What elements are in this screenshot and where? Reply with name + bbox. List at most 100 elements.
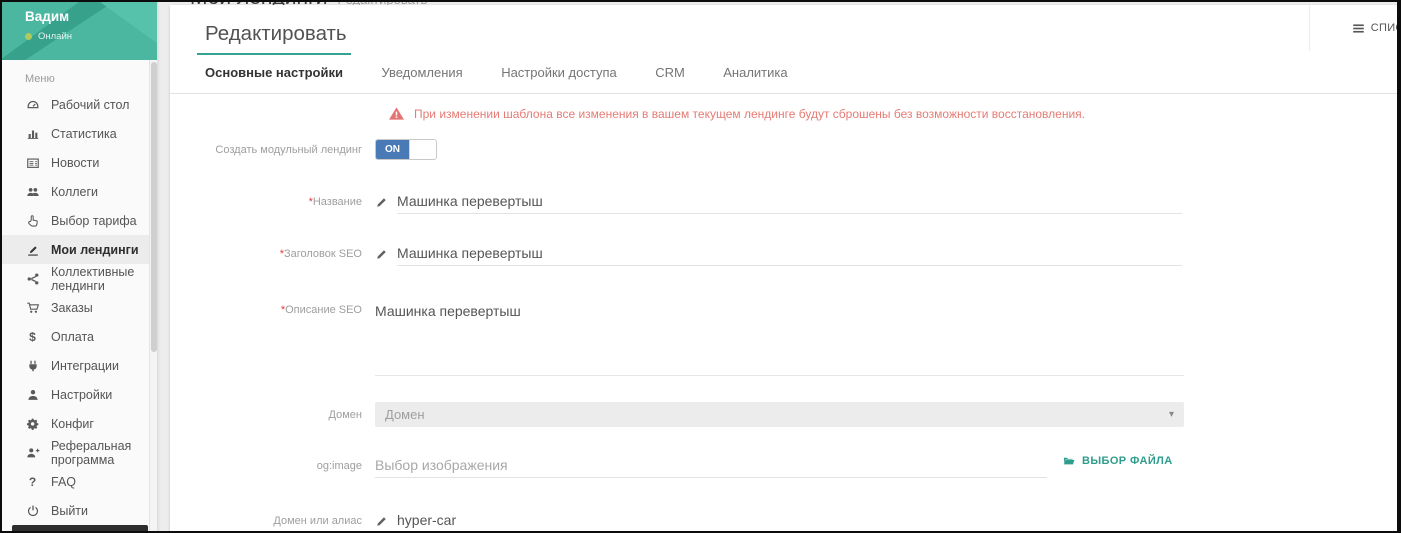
domain-select-value: Домен xyxy=(385,407,425,422)
main-area: Мои лендингиРедактировать Редактировать … xyxy=(157,0,1401,533)
gear-icon xyxy=(25,417,40,431)
seo-title-label: *Заголовок SEO xyxy=(205,248,375,260)
sidebar-item-label: Мои лендинги xyxy=(51,243,139,257)
name-label: *Название xyxy=(205,196,375,208)
sidebar-item-integrations[interactable]: Интеграции xyxy=(0,351,157,380)
tab-access-settings[interactable]: Настройки доступа xyxy=(493,53,625,93)
sidebar-item-collective-landings[interactable]: Коллективные лендинги xyxy=(0,264,157,293)
sidebar-item-label: Новости xyxy=(51,156,99,170)
og-image-input[interactable] xyxy=(375,454,1047,478)
sidebar-item-news[interactable]: Новости xyxy=(0,148,157,177)
sidebar-item-statistics[interactable]: Статистика xyxy=(0,119,157,148)
sidebar-item-label: Оплата xyxy=(51,330,94,344)
warning-text: При изменении шаблона все изменения в ва… xyxy=(414,107,1085,121)
seo-title-input[interactable] xyxy=(397,242,1182,266)
choose-file-button-label: ВЫБОР ФАЙЛА xyxy=(1082,455,1173,467)
pencil-document-icon xyxy=(25,243,40,257)
card-title: Редактировать xyxy=(170,5,1401,46)
user-status-label: Онлайн xyxy=(38,31,72,42)
tab-main-settings[interactable]: Основные настройки xyxy=(197,53,351,93)
sidebar-item-label: Интеграции xyxy=(51,359,119,373)
sidebar-item-logout[interactable]: Выйти xyxy=(0,496,157,525)
toggle-handle[interactable] xyxy=(409,140,436,159)
news-icon xyxy=(25,156,40,170)
sidebar-item-referral[interactable]: Реферальная программа xyxy=(0,438,157,467)
domain-select[interactable]: Домен ▾ xyxy=(375,402,1184,427)
choose-file-button[interactable]: ВЫБОР ФАЙЛА xyxy=(1062,455,1173,467)
bar-chart-icon xyxy=(25,127,40,141)
tab-notifications[interactable]: Уведомления xyxy=(373,53,470,93)
main-settings-panel: При изменении шаблона все изменения в ва… xyxy=(170,106,1401,533)
dashboard-icon xyxy=(25,98,40,112)
online-dot-icon xyxy=(25,33,32,40)
warning-triangle-icon xyxy=(388,106,405,121)
users-icon xyxy=(25,185,40,199)
share-icon xyxy=(25,272,40,286)
edit-pencil-icon xyxy=(375,248,388,261)
tab-crm[interactable]: CRM xyxy=(647,53,693,93)
user-plus-icon xyxy=(25,446,40,460)
chevron-down-icon: ▾ xyxy=(1169,409,1174,420)
template-warning: При изменении шаблона все изменения в ва… xyxy=(388,106,1401,121)
og-image-label: og:image xyxy=(205,460,375,472)
sidebar-item-config[interactable]: Конфиг xyxy=(0,409,157,438)
sidebar-item-my-landings[interactable]: Мои лендинги xyxy=(0,235,157,264)
menu-section-label: Меню xyxy=(0,60,157,90)
list-view-button[interactable]: СПИСОК xyxy=(1309,5,1401,51)
og-image-row: og:image ВЫБОР ФАЙЛА xyxy=(205,454,1401,478)
dollar-icon: $ xyxy=(25,330,40,344)
power-icon xyxy=(25,504,40,518)
sidebar-item-label: Конфиг xyxy=(51,417,94,431)
sidebar-item-orders[interactable]: Заказы xyxy=(0,293,157,322)
sidebar-item-label: Статистика xyxy=(51,127,117,141)
folder-icon xyxy=(1062,455,1076,467)
seo-description-label: *Описание SEO xyxy=(205,302,375,316)
list-view-button-label: СПИСОК xyxy=(1371,22,1401,34)
sidebar-item-label: Настройки xyxy=(51,388,112,402)
hand-pointer-icon xyxy=(25,214,40,228)
module-landing-label: Создать модульный лендинг xyxy=(205,144,375,156)
domain-row: Домен Домен ▾ xyxy=(205,402,1401,427)
alias-label: Домен или алиас xyxy=(205,515,375,527)
user-icon xyxy=(25,388,40,402)
sidebar-item-label: Заказы xyxy=(51,301,93,315)
profile-header: Вадим Онлайн xyxy=(0,0,157,60)
module-landing-toggle[interactable]: ON xyxy=(375,139,437,160)
question-icon: ? xyxy=(25,475,40,489)
sidebar-item-colleagues[interactable]: Коллеги xyxy=(0,177,157,206)
sidebar-item-label: Коллеги xyxy=(51,185,98,199)
sidebar-item-label: FAQ xyxy=(51,475,76,489)
sidebar: Вадим Онлайн Меню Рабочий стол Статистик… xyxy=(0,0,157,533)
sidebar-bottom-banner xyxy=(12,525,148,533)
sidebar-item-label: Коллективные лендинги xyxy=(51,265,157,293)
alias-row: Домен или алиас xyxy=(205,509,1401,533)
name-input[interactable] xyxy=(397,190,1182,214)
sidebar-item-label: Реферальная программа xyxy=(51,439,157,467)
seo-title-row: *Заголовок SEO xyxy=(205,242,1401,266)
alias-input[interactable] xyxy=(397,509,1182,533)
edit-card: Редактировать СПИСОК Основные настройки … xyxy=(170,5,1401,533)
sidebar-item-settings[interactable]: Настройки xyxy=(0,380,157,409)
tab-bar: Основные настройки Уведомления Настройки… xyxy=(170,53,1401,94)
user-name: Вадим xyxy=(25,9,69,24)
edit-pencil-icon xyxy=(375,196,388,209)
name-row: *Название xyxy=(205,190,1401,214)
sidebar-scrollbar[interactable] xyxy=(149,60,157,533)
tab-analytics[interactable]: Аналитика xyxy=(715,53,795,93)
sidebar-item-label: Выбор тарифа xyxy=(51,214,137,228)
sidebar-item-payment[interactable]: $ Оплата xyxy=(0,322,157,351)
sidebar-item-tariff[interactable]: Выбор тарифа xyxy=(0,206,157,235)
domain-label: Домен xyxy=(205,409,375,421)
seo-description-row: *Описание SEO Машинка перевертыш xyxy=(205,302,1401,376)
sidebar-item-faq[interactable]: ? FAQ xyxy=(0,467,157,496)
seo-description-textarea[interactable]: Машинка перевертыш xyxy=(375,302,1184,376)
list-icon xyxy=(1352,22,1365,35)
edit-pencil-icon xyxy=(375,515,388,528)
sidebar-item-dashboard[interactable]: Рабочий стол xyxy=(0,90,157,119)
plug-icon xyxy=(25,359,40,373)
sidebar-item-label: Выйти xyxy=(51,504,88,518)
sidebar-scrollbar-thumb[interactable] xyxy=(151,62,157,352)
cart-icon xyxy=(25,301,40,315)
sidebar-item-label: Рабочий стол xyxy=(51,98,129,112)
user-status: Онлайн xyxy=(25,31,72,42)
